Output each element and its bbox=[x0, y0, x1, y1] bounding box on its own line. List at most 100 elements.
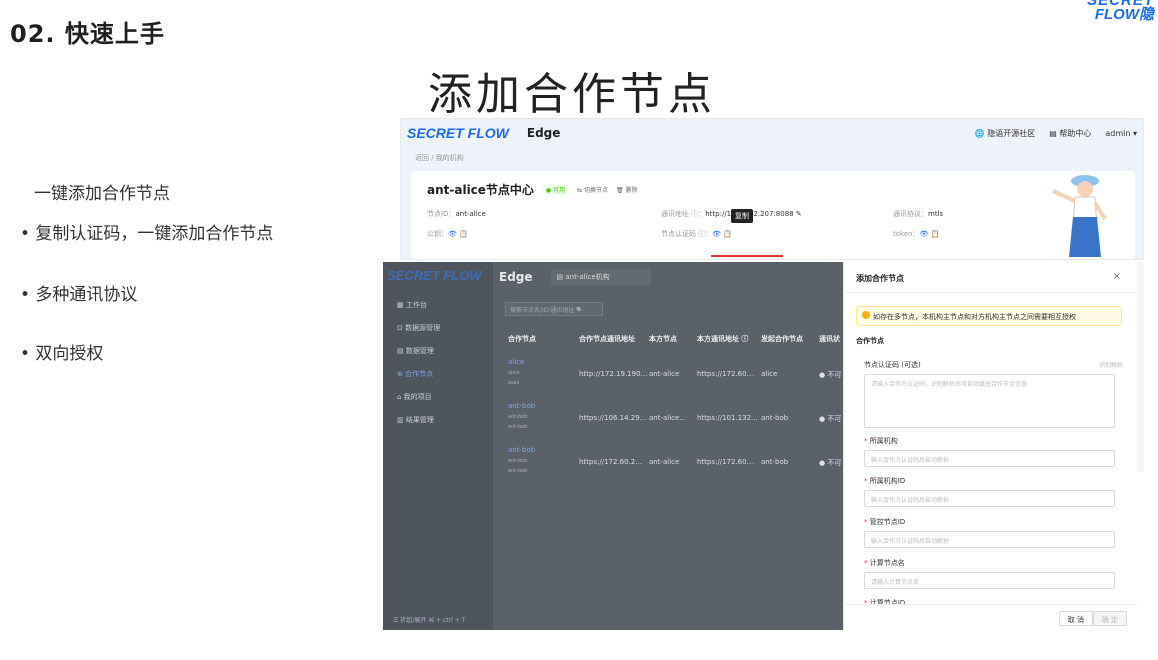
sidebar: SECRET FLOW ▦ 工作台 ⊡ 数据源管理 ▤ 数据管理 ⊕ 合作节点 … bbox=[383, 262, 493, 630]
row-node-sub: ant-bob bbox=[508, 458, 528, 464]
user-menu[interactable]: admin ▾ bbox=[1105, 129, 1137, 138]
cert-textarea[interactable]: 请输入合作方认证码，识别解析后可自动填充合作节点信息 bbox=[864, 374, 1115, 428]
section-title: 02. 快速上手 bbox=[10, 20, 165, 48]
corner-logo: SECRET FLOW隐 bbox=[1087, 0, 1154, 22]
pubkey-icons[interactable]: 👁 📋 bbox=[448, 230, 468, 238]
app-name: Edge bbox=[526, 126, 561, 140]
cert-field-label: 节点认证码 (可选) bbox=[864, 361, 921, 369]
sidebar-item-partner-nodes[interactable]: ⊕ 合作节点 bbox=[397, 369, 433, 379]
row-initiator: ant-bob bbox=[761, 458, 789, 466]
row-self-node: ant-alice bbox=[649, 370, 680, 378]
help-center-link[interactable]: ▤ 帮助中心 bbox=[1049, 128, 1091, 139]
node-center-screenshot: SECRET FLOW Edge 🌐 隐语开源社区 ▤ 帮助中心 admin ▾… bbox=[400, 118, 1144, 260]
app-name: Edge bbox=[499, 270, 533, 284]
node-card: ant-alice节点中心 ● 可用 ⇆ 切换节点 🗑 删除 节点ID：ant-… bbox=[411, 171, 1135, 259]
row-status: ● 不可 bbox=[819, 459, 842, 467]
field-label: * 所属机构 bbox=[864, 437, 898, 445]
alert-text: 如存在多节点，本机构主节点和对方机构主节点之间需要相互授权 bbox=[873, 313, 1076, 321]
row-self-node: ant-alice... bbox=[649, 414, 687, 422]
switch-node-button[interactable]: ⇆ 切换节点 bbox=[577, 185, 608, 194]
confirm-button[interactable]: 确 定 bbox=[1092, 611, 1127, 626]
protocol-label: 通讯协议： bbox=[893, 210, 928, 218]
row-status: ● 不可 bbox=[819, 371, 842, 379]
partner-list-screenshot: SECRET FLOW ▦ 工作台 ⊡ 数据源管理 ▤ 数据管理 ⊕ 合作节点 … bbox=[383, 262, 843, 630]
field-label-text: 计算节点名 bbox=[869, 559, 905, 567]
secretflow-logo: SECRET FLOW bbox=[407, 125, 509, 141]
row-self-node: ant-alice bbox=[649, 458, 680, 466]
node-title: ant-alice节点中心 bbox=[427, 183, 534, 197]
row-node-name[interactable]: ant-bob bbox=[508, 446, 535, 454]
column-header: 本方通讯地址 ⓘ bbox=[697, 335, 749, 343]
row-address: https://172.60.2... bbox=[579, 458, 642, 466]
secretflow-logo: SECRET FLOW bbox=[387, 268, 482, 283]
node-id-label: 节点ID： bbox=[427, 210, 456, 218]
warning-alert: 如存在多节点，本机构主节点和对方机构主节点之间需要相互授权 bbox=[856, 306, 1122, 326]
collapse-toggle[interactable]: ☰ 折起/展开 ⌘ + ctrl + T bbox=[393, 615, 465, 624]
field-label: * 所属机构ID bbox=[864, 477, 906, 485]
pubkey-label: 公钥： bbox=[427, 230, 448, 238]
org-input[interactable]: 输入合作方认证码后自动解析 bbox=[864, 450, 1115, 467]
sidebar-item-data[interactable]: ▤ 数据管理 bbox=[397, 346, 434, 356]
row-node-sub: ant-bob bbox=[508, 424, 528, 430]
control-node-id-input[interactable]: 输入合作方认证码后自动解析 bbox=[864, 531, 1115, 548]
cert-icons[interactable]: 👁 📋 bbox=[712, 230, 732, 238]
breadcrumb[interactable]: 返回 / 我的机构 bbox=[415, 153, 464, 163]
bullet-intro: 一键添加合作节点 bbox=[34, 184, 170, 204]
address-value[interactable]: http://172.60.2.207:8088 ✎ bbox=[705, 210, 801, 218]
row-node-name[interactable]: alice bbox=[508, 358, 524, 366]
sidebar-item-datasource[interactable]: ⊡ 数据源管理 bbox=[397, 323, 440, 333]
community-link[interactable]: 🌐 隐语开源社区 bbox=[975, 128, 1036, 139]
row-self-address: https://172.60... bbox=[697, 458, 754, 466]
bullet-item: • 双向授权 bbox=[20, 344, 104, 364]
sidebar-item-results[interactable]: ▥ 结果管理 bbox=[397, 415, 434, 425]
row-node-sub: alice bbox=[508, 370, 520, 376]
token-icons[interactable]: 👁 📋 bbox=[920, 230, 940, 238]
corner-logo-line2: FLOW隐 bbox=[1094, 6, 1154, 23]
row-node-sub: asas bbox=[508, 380, 520, 386]
highlight-underline bbox=[711, 255, 783, 257]
bullet-item: • 多种通讯协议 bbox=[20, 285, 138, 305]
address-label: 通讯地址 ⓘ： bbox=[661, 210, 706, 218]
protocol-value: mtls bbox=[928, 210, 944, 218]
field-label-text: 所属机构ID bbox=[869, 477, 906, 485]
row-initiator: alice bbox=[761, 370, 778, 378]
row-self-address: https://172.60... bbox=[697, 370, 754, 378]
row-address: http://172.19.190... bbox=[579, 370, 648, 378]
token-label: token： bbox=[893, 230, 920, 238]
column-header: 通讯状 bbox=[819, 335, 840, 343]
org-selector[interactable]: ▤ ant-alice机构 bbox=[550, 269, 651, 285]
cancel-button[interactable]: 取 消 bbox=[1058, 611, 1093, 626]
cert-label: 节点认证码 ⓘ： bbox=[661, 230, 713, 238]
copy-tooltip: 复制 bbox=[731, 209, 753, 223]
column-header: 本方节点 bbox=[649, 335, 677, 343]
delete-button[interactable]: 🗑 删除 bbox=[616, 185, 638, 194]
status-badge: ● 可用 bbox=[541, 184, 570, 195]
sidebar-item-workbench[interactable]: ▦ 工作台 bbox=[397, 300, 427, 310]
search-input[interactable]: 搜索节点名/ID/通讯地址 🔍 bbox=[505, 302, 603, 316]
org-id-input[interactable]: 输入合作方认证码后自动解析 bbox=[864, 490, 1115, 507]
compute-node-name-input[interactable]: 请输入计算节点名 bbox=[864, 572, 1115, 589]
row-node-name[interactable]: ant-bob bbox=[508, 402, 535, 410]
parse-link[interactable]: 识别解析 bbox=[1099, 360, 1123, 369]
bullet-item: • 复制认证码，一键添加合作节点 bbox=[20, 224, 274, 244]
row-status: ● 不可 bbox=[819, 415, 842, 423]
slide-title: 添加合作节点 bbox=[428, 69, 716, 120]
section-label: 合作节点 bbox=[856, 337, 884, 345]
row-self-address: https://101.132... bbox=[697, 414, 758, 422]
row-node-sub: ant-bob bbox=[508, 468, 528, 474]
mascot-illustration bbox=[1052, 175, 1107, 257]
field-label: * 计算节点名 bbox=[864, 559, 905, 567]
field-label-text: 所属机构 bbox=[869, 437, 898, 445]
sidebar-item-projects[interactable]: ⌂ 我的项目 bbox=[397, 392, 432, 402]
row-address: https://106.14.29... bbox=[579, 414, 647, 422]
drawer-footer: 取 消 确 定 bbox=[844, 604, 1137, 630]
close-icon[interactable]: × bbox=[1113, 271, 1121, 282]
drawer-title: 添加合作节点 bbox=[856, 274, 904, 283]
top-bar: SECRET FLOW Edge 🌐 隐语开源社区 ▤ 帮助中心 admin ▾ bbox=[401, 119, 1143, 147]
column-header: 合作节点通讯地址 bbox=[579, 335, 635, 343]
field-label: * 管控节点ID bbox=[864, 518, 906, 526]
column-header: 合作节点 bbox=[508, 335, 536, 343]
node-id-value: ant-alice bbox=[455, 210, 486, 218]
divider bbox=[844, 292, 1137, 293]
row-node-sub: ant-bob bbox=[508, 414, 528, 420]
